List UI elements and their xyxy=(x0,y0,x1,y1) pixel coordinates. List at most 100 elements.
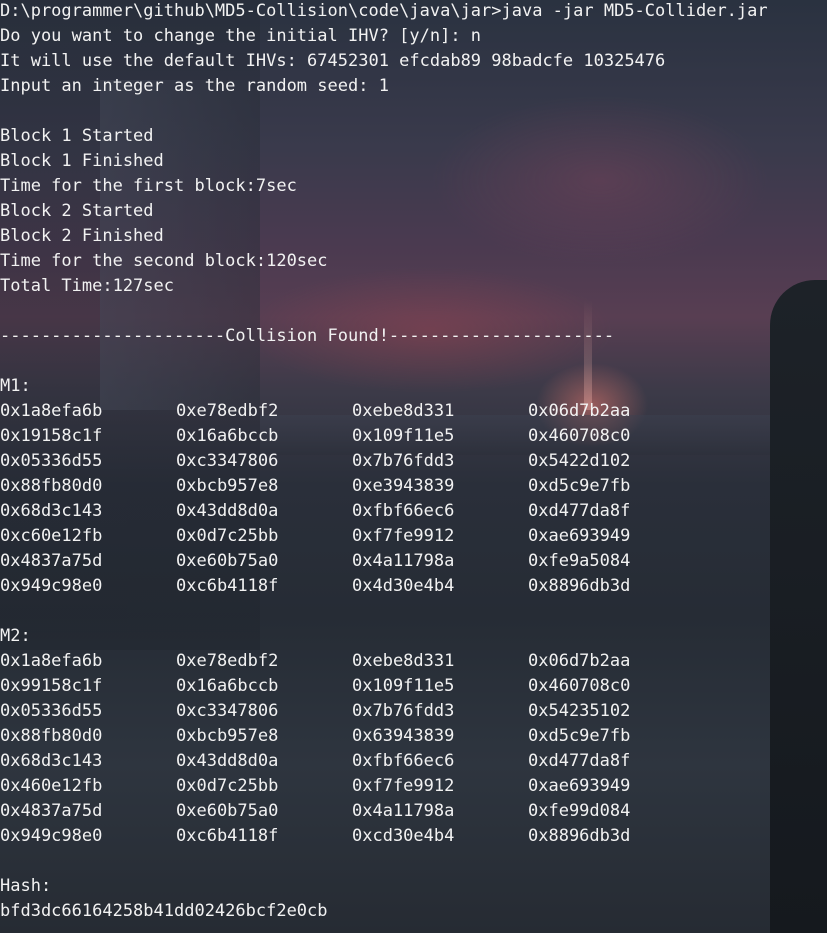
m1-word: 0x8896db3d xyxy=(528,576,631,596)
seed-input-line: Input an integer as the random seed: 1 xyxy=(0,76,389,96)
block2-finished-line: Block 2 Finished xyxy=(0,226,164,246)
m1-row: 0xc60e12fb 0x0d7c25bb 0xf7fe9912 0xae693949 xyxy=(0,524,827,549)
m1-row: 0x68d3c143 0x43dd8d0a 0xfbf66ec6 0xd477da8f xyxy=(0,499,827,524)
m2-row: 0x68d3c143 0x43dd8d0a 0xfbf66ec6 0xd477da8f xyxy=(0,749,827,774)
m2-word: 0x109f11e5 xyxy=(352,676,455,696)
default-ihv-line: It will use the default IHVs: 67452301 e… xyxy=(0,51,666,71)
m2-word: 0x05336d55 xyxy=(0,701,103,721)
m2-row: 0x05336d55 0xc3347806 0x7b76fdd3 0x54235102 xyxy=(0,699,827,724)
m1-word: 0xbcb957e8 xyxy=(176,476,279,496)
m2-label: M2: xyxy=(0,626,31,646)
m1-word: 0x68d3c143 xyxy=(0,501,103,521)
m1-word: 0x19158c1f xyxy=(0,426,103,446)
m2-word: 0xd5c9e7fb xyxy=(528,726,631,746)
m1-word: 0xc6b4118f xyxy=(176,576,279,596)
m1-word: 0xe60b75a0 xyxy=(176,551,279,571)
m2-word: 0x88fb80d0 xyxy=(0,726,103,746)
block2-time-line: Time for the second block:120sec xyxy=(0,251,328,271)
m1-word: 0x43dd8d0a xyxy=(176,501,279,521)
m2-word: 0xd477da8f xyxy=(528,751,631,771)
m2-word: 0xbcb957e8 xyxy=(176,726,279,746)
m2-row: 0x88fb80d0 0xbcb957e8 0x63943839 0xd5c9e7fb xyxy=(0,724,827,749)
m2-word: 0x0d7c25bb xyxy=(176,776,279,796)
hash-label: Hash: xyxy=(0,876,52,896)
m2-word: 0xae693949 xyxy=(528,776,631,796)
m1-word: 0x1a8efa6b xyxy=(0,401,103,421)
m2-word: 0x949c98e0 xyxy=(0,826,103,846)
block1-started-line: Block 1 Started xyxy=(0,126,154,146)
m1-word: 0xae693949 xyxy=(528,526,631,546)
m1-row: 0x19158c1f 0x16a6bccb 0x109f11e5 0x460708c0 xyxy=(0,424,827,449)
m2-word: 0x06d7b2aa xyxy=(528,651,631,671)
m2-word: 0x4837a75d xyxy=(0,801,103,821)
m2-row: 0x460e12fb 0x0d7c25bb 0xf7fe9912 0xae693949 xyxy=(0,774,827,799)
m2-word: 0x68d3c143 xyxy=(0,751,103,771)
m2-word-table: 0x1a8efa6b 0xe78edbf2 0xebe8d331 0x06d7b2aa… xyxy=(0,649,827,849)
m2-word: 0xfbf66ec6 xyxy=(352,751,455,771)
m2-word: 0xfe99d084 xyxy=(528,801,631,821)
m2-word: 0xe60b75a0 xyxy=(176,801,279,821)
m2-word: 0x8896db3d xyxy=(528,826,631,846)
m2-word: 0xf7fe9912 xyxy=(352,776,455,796)
m1-word: 0x06d7b2aa xyxy=(528,401,631,421)
m2-word: 0x16a6bccb xyxy=(176,676,279,696)
m1-word: 0xe3943839 xyxy=(352,476,455,496)
m2-row: 0x949c98e0 0xc6b4118f 0xcd30e4b4 0x8896db3d xyxy=(0,824,827,849)
ihv-question-line: Do you want to change the initial IHV? [… xyxy=(0,26,482,46)
m1-row: 0x88fb80d0 0xbcb957e8 0xe3943839 0xd5c9e7fb xyxy=(0,474,827,499)
m2-word: 0xe78edbf2 xyxy=(176,651,279,671)
m1-word: 0xf7fe9912 xyxy=(352,526,455,546)
m1-word: 0x949c98e0 xyxy=(0,576,103,596)
m1-word: 0xe78edbf2 xyxy=(176,401,279,421)
m1-label: M1: xyxy=(0,376,31,396)
m1-word-table: 0x1a8efa6b 0xe78edbf2 0xebe8d331 0x06d7b2aa… xyxy=(0,399,827,599)
hash-value: bfd3dc66164258b41dd02426bcf2e0cb xyxy=(0,901,328,921)
m2-word: 0xcd30e4b4 xyxy=(352,826,455,846)
m2-row: 0x4837a75d 0xe60b75a0 0x4a11798a 0xfe99d084 xyxy=(0,799,827,824)
block1-finished-line: Block 1 Finished xyxy=(0,151,164,171)
m2-word: 0x54235102 xyxy=(528,701,631,721)
m2-word: 0xebe8d331 xyxy=(352,651,455,671)
m1-word: 0x5422d102 xyxy=(528,451,631,471)
m2-word: 0x99158c1f xyxy=(0,676,103,696)
m1-word: 0xebe8d331 xyxy=(352,401,455,421)
total-time-line: Total Time:127sec xyxy=(0,276,174,296)
m1-word: 0x109f11e5 xyxy=(352,426,455,446)
m2-word: 0x1a8efa6b xyxy=(0,651,103,671)
block2-started-line: Block 2 Started xyxy=(0,201,154,221)
m1-word: 0x4d30e4b4 xyxy=(352,576,455,596)
m1-word: 0x88fb80d0 xyxy=(0,476,103,496)
m2-word: 0x460e12fb xyxy=(0,776,103,796)
m2-word: 0x63943839 xyxy=(352,726,455,746)
m2-word: 0x43dd8d0a xyxy=(176,751,279,771)
block1-time-line: Time for the first block:7sec xyxy=(0,176,297,196)
m1-word: 0xd5c9e7fb xyxy=(528,476,631,496)
m1-word: 0x4837a75d xyxy=(0,551,103,571)
m1-word: 0x7b76fdd3 xyxy=(352,451,455,471)
m1-word: 0xfbf66ec6 xyxy=(352,501,455,521)
m2-word: 0x460708c0 xyxy=(528,676,631,696)
collision-found-banner: ----------------------Collision Found!--… xyxy=(0,326,615,346)
m1-word: 0xc60e12fb xyxy=(0,526,103,546)
m1-row: 0x05336d55 0xc3347806 0x7b76fdd3 0x5422d102 xyxy=(0,449,827,474)
m1-row: 0x949c98e0 0xc6b4118f 0x4d30e4b4 0x8896db3d xyxy=(0,574,827,599)
m1-word: 0xfe9a5084 xyxy=(528,551,631,571)
m2-word: 0x4a11798a xyxy=(352,801,455,821)
m2-word: 0xc6b4118f xyxy=(176,826,279,846)
m1-row: 0x1a8efa6b 0xe78edbf2 0xebe8d331 0x06d7b2aa xyxy=(0,399,827,424)
m1-row: 0x4837a75d 0xe60b75a0 0x4a11798a 0xfe9a5084 xyxy=(0,549,827,574)
m1-word: 0x0d7c25bb xyxy=(176,526,279,546)
m1-word: 0x460708c0 xyxy=(528,426,631,446)
m1-word: 0xd477da8f xyxy=(528,501,631,521)
command-prompt-line: D:\programmer\github\MD5-Collision\code\… xyxy=(0,1,768,21)
m2-word: 0xc3347806 xyxy=(176,701,279,721)
terminal-output[interactable]: D:\programmer\github\MD5-Collision\code\… xyxy=(0,0,827,924)
m2-row: 0x1a8efa6b 0xe78edbf2 0xebe8d331 0x06d7b2aa xyxy=(0,649,827,674)
m2-word: 0x7b76fdd3 xyxy=(352,701,455,721)
m1-word: 0x16a6bccb xyxy=(176,426,279,446)
